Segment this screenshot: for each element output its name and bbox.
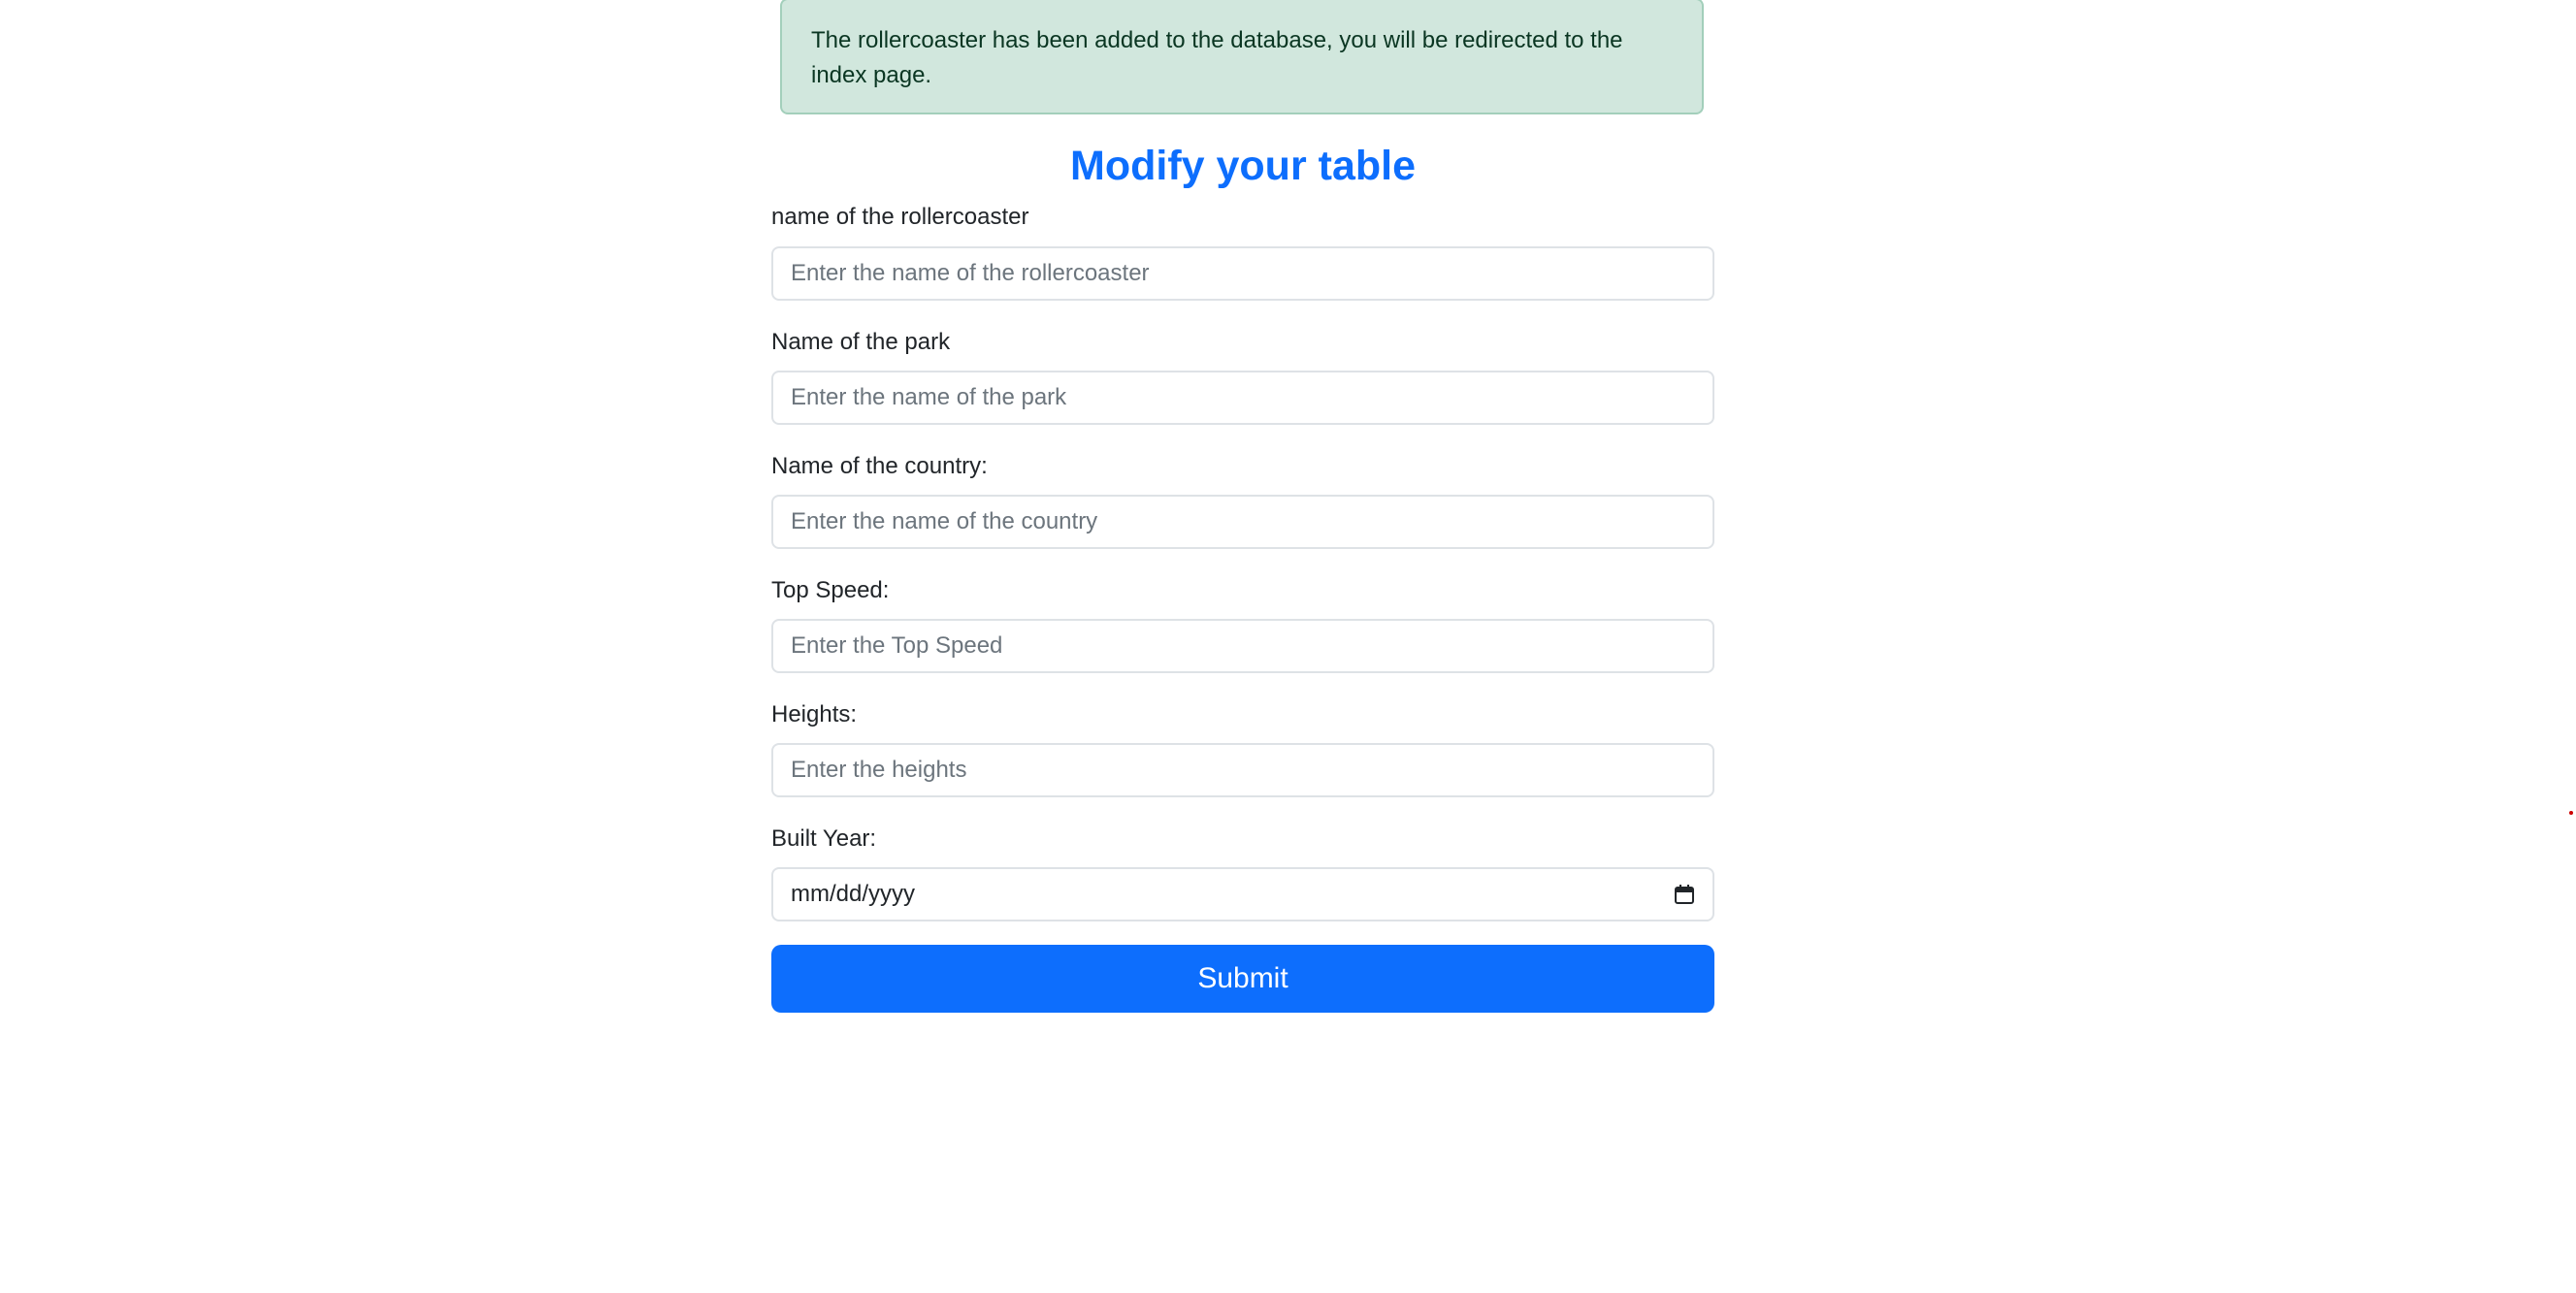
park-name-label: Name of the park xyxy=(771,329,951,355)
top-speed-label: Top Speed: xyxy=(771,577,890,603)
success-alert: The rollercoaster has been added to the … xyxy=(780,0,1704,114)
park-name-input[interactable] xyxy=(771,371,1714,425)
submit-button[interactable]: Submit xyxy=(771,945,1714,1013)
heights-input[interactable] xyxy=(771,743,1714,797)
date-format-text: mm/dd/yyyy xyxy=(791,881,916,907)
built-year-label: Built Year: xyxy=(771,825,877,852)
calendar-icon[interactable] xyxy=(1674,884,1695,905)
red-dot-marker xyxy=(2569,811,2573,815)
built-year-date-input[interactable]: mm/dd/yyyy xyxy=(771,867,1714,921)
rollercoaster-name-input[interactable] xyxy=(771,246,1714,301)
top-speed-input[interactable] xyxy=(771,619,1714,673)
rollercoaster-name-label: name of the rollercoaster xyxy=(771,204,1029,230)
alert-message: The rollercoaster has been added to the … xyxy=(811,27,1623,88)
heights-label: Heights: xyxy=(771,701,858,727)
country-name-label: Name of the country: xyxy=(771,453,988,479)
country-name-input[interactable] xyxy=(771,495,1714,549)
page-title: Modify your table xyxy=(1070,143,1416,189)
